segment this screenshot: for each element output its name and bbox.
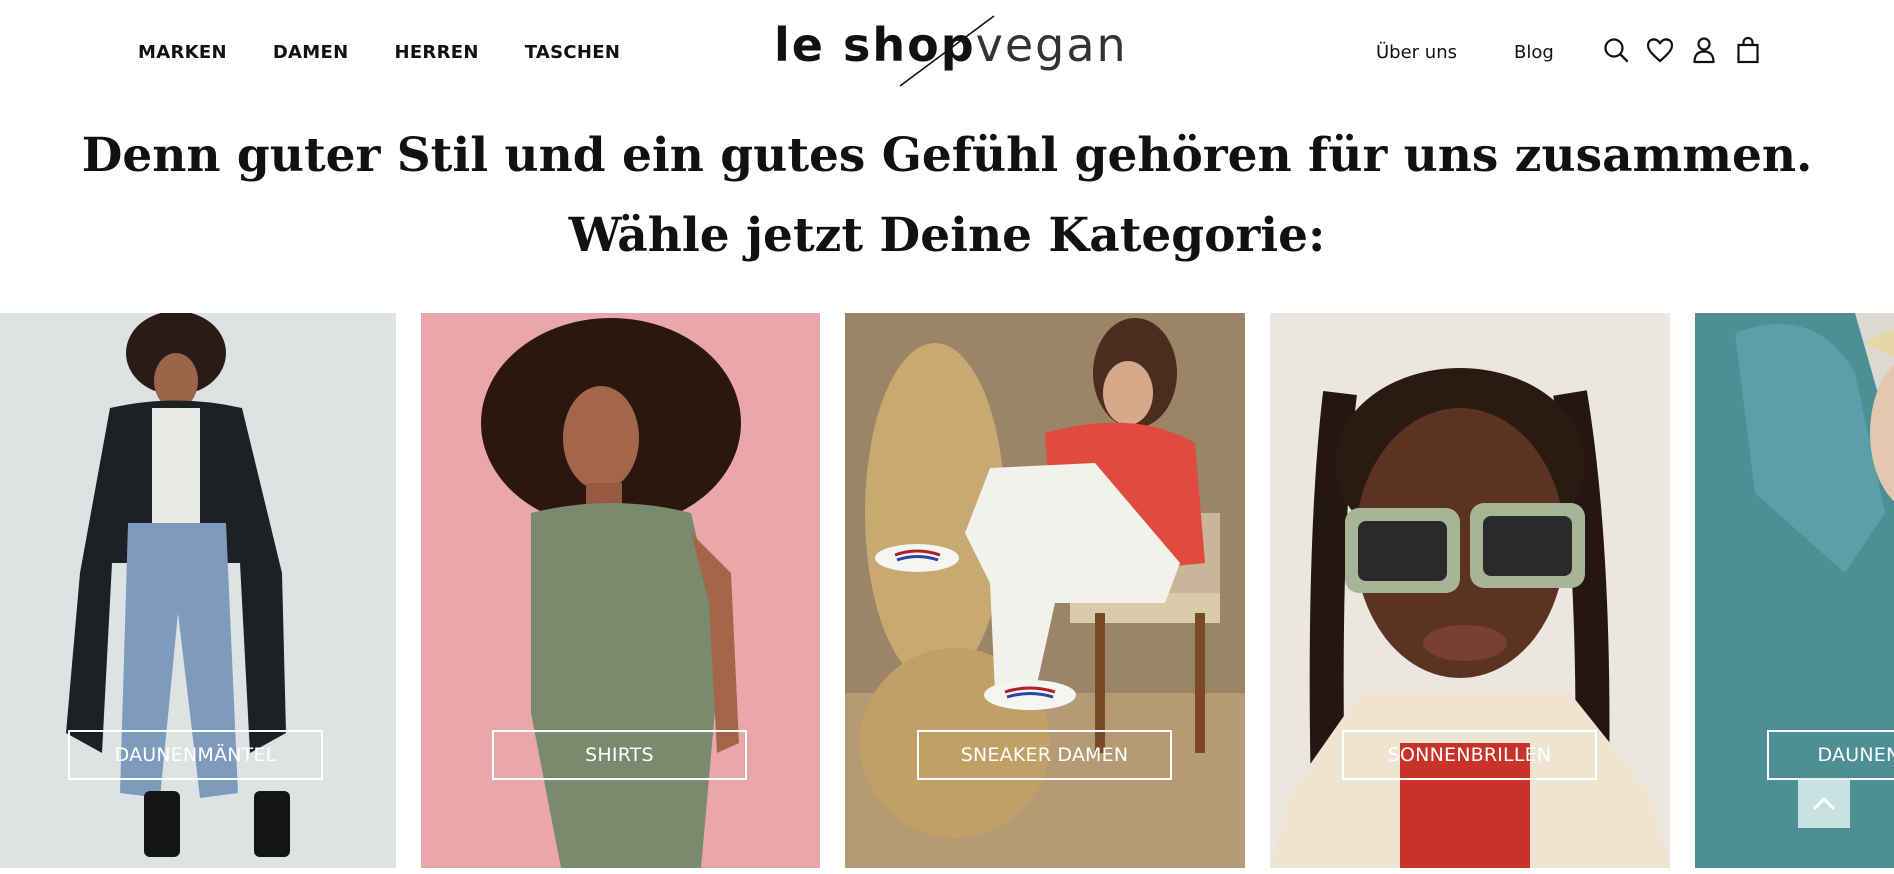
category-image-sonnenbrillen: [1270, 313, 1670, 868]
category-image-daunenmaentel: [0, 313, 396, 868]
nav-item-marken[interactable]: MARKEN: [138, 42, 227, 63]
nav-item-blog[interactable]: Blog: [1514, 42, 1554, 63]
category-image-sneaker-damen: [845, 313, 1245, 868]
main-nav: MARKEN DAMEN HERREN TASCHEN: [138, 42, 620, 63]
category-button-daunenjacken[interactable]: DAUNENJACKEN: [1767, 730, 1894, 780]
chevron-up-icon: [1813, 797, 1835, 810]
scroll-to-top-button[interactable]: [1798, 778, 1850, 828]
category-image-shirts: [421, 313, 820, 868]
category-button-daunenmaentel[interactable]: DAUNENMÄNTEL: [68, 730, 323, 780]
category-button-sneaker-damen[interactable]: SNEAKER DAMEN: [917, 730, 1172, 780]
nav-item-ueber-uns[interactable]: Über uns: [1376, 42, 1457, 63]
secondary-nav: Über uns Blog: [1376, 42, 1554, 63]
user-icon[interactable]: [1690, 36, 1718, 64]
category-button-shirts[interactable]: SHIRTS: [492, 730, 747, 780]
category-button-sonnenbrillen[interactable]: SONNENBRILLEN: [1342, 730, 1597, 780]
site-header: MARKEN DAMEN HERREN TASCHEN le shopvegan…: [0, 0, 1894, 100]
search-icon[interactable]: [1602, 36, 1630, 64]
category-tile-shirts[interactable]: SHIRTS: [421, 313, 820, 868]
category-tile-daunenmaentel[interactable]: DAUNENMÄNTEL: [0, 313, 396, 868]
category-tile-daunenjacken[interactable]: DAUNENJACKEN: [1695, 313, 1894, 868]
category-tile-sneaker-damen[interactable]: SNEAKER DAMEN: [845, 313, 1245, 868]
shopping-bag-icon[interactable]: [1734, 36, 1762, 64]
category-tile-sonnenbrillen[interactable]: SONNENBRILLEN: [1270, 313, 1670, 868]
logo-slash-icon: [899, 15, 995, 87]
page-subheadline: Wähle jetzt Deine Kategorie:: [568, 208, 1326, 263]
nav-item-taschen[interactable]: TASCHEN: [525, 42, 621, 63]
heart-icon[interactable]: [1646, 36, 1674, 64]
nav-item-damen[interactable]: DAMEN: [273, 42, 349, 63]
site-logo[interactable]: le shopvegan: [774, 10, 1126, 90]
category-image-daunenjacken: [1695, 313, 1894, 868]
page-headline: Denn guter Stil und ein gutes Gefühl geh…: [81, 128, 1813, 183]
header-icons: [1602, 36, 1762, 64]
category-carousel: DAUNENMÄNTEL SHIRTS SNEAKER DAMEN SONNEN…: [0, 313, 1894, 868]
nav-item-herren[interactable]: HERREN: [394, 42, 478, 63]
